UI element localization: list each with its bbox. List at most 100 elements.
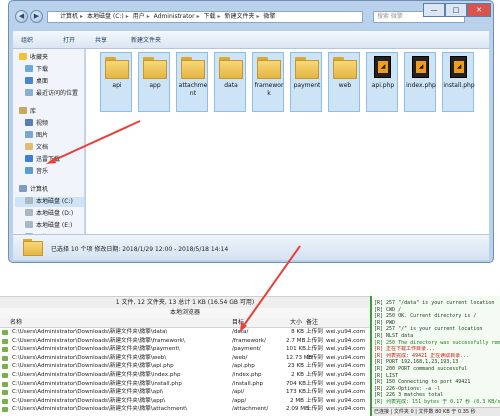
breadcrumb-item[interactable]: 微擎	[263, 13, 275, 20]
file-name: web	[338, 82, 352, 89]
organize-button[interactable]: 组织	[21, 35, 33, 44]
maximize-button[interactable]: □	[445, 3, 467, 17]
sidebar-item-label: 图片	[36, 132, 49, 139]
desktop-icon	[25, 77, 33, 84]
sidebar-item[interactable]: 音乐	[25, 167, 48, 177]
queue-header: 名称 目标 大小 备注	[0, 318, 370, 328]
file-name: app	[149, 82, 161, 89]
recent-places-icon	[25, 89, 33, 96]
transfer-status-icon	[2, 338, 8, 344]
video-library-icon	[25, 119, 33, 126]
folder-icon	[257, 57, 281, 79]
explorer-titlebar: ◀ ▶ 计算机 ▸ 本地磁盘 (C:) ▸ 用户 ▸ Administrator ▸ 下…	[13, 3, 491, 29]
folder-item[interactable]: app	[138, 52, 170, 112]
address-bar[interactable]: 计算机 ▸ 本地磁盘 (C:) ▸ 用户 ▸ Administrator ▸ 下载 ▸ 新…	[47, 11, 363, 23]
breadcrumb-item[interactable]: 计算机	[60, 13, 78, 20]
folder-icon	[143, 57, 167, 79]
breadcrumb-item[interactable]: 用户	[133, 13, 145, 20]
folder-item[interactable]: web	[328, 52, 360, 112]
open-button[interactable]: 打开	[63, 35, 75, 44]
column-name[interactable]: 名称	[10, 318, 22, 328]
transfer-status-icon	[2, 355, 8, 361]
sidebar-item-label: 视频	[36, 120, 49, 127]
php-file-item[interactable]: ◢ index.php	[404, 52, 436, 112]
file-name: data	[224, 82, 238, 89]
explorer-toolbar: 组织 打开 共享 新建文件夹	[13, 31, 489, 49]
column-size[interactable]: 大小	[290, 318, 302, 328]
local-browser-label: 本地浏览器	[0, 308, 370, 318]
table-row[interactable]: C:\Users\Administrator\Downloads\新建文件夹\微…	[0, 405, 370, 414]
folder-thumbnail-icon	[23, 239, 43, 256]
folder-item[interactable]: data	[214, 52, 246, 112]
file-name: api.php	[371, 82, 395, 89]
breadcrumb-item[interactable]: 下载	[204, 13, 216, 20]
pictures-library-icon	[25, 131, 33, 138]
file-list: api app attachment data framework payment web ◢…	[86, 49, 489, 234]
navigation-pane: 收藏夹下载桌面最近访问的位置库视频图片文档迅雷下载音乐计算机本地磁盘 (C:) 本…	[13, 49, 85, 234]
sidebar-item[interactable]: 迅雷下载	[25, 155, 60, 165]
php-file-item[interactable]: ◢ api.php	[366, 52, 398, 112]
folder-icon	[219, 57, 243, 79]
documents-library-icon	[25, 143, 33, 150]
close-button[interactable]: ✕	[467, 3, 491, 17]
sidebar-item[interactable]: 下载	[25, 65, 48, 75]
folder-item[interactable]: api	[100, 52, 132, 112]
sidebar-item[interactable]: 本地磁盘 (C:)	[15, 197, 84, 207]
drive-d-icon	[25, 209, 33, 216]
breadcrumb-item[interactable]: 新建文件夹	[224, 13, 254, 20]
sidebar-item[interactable]: 计算机	[19, 185, 48, 195]
local-summary: 1 文件, 12 文件夹, 13 总计 1 KB (16.54 GB 可用)	[115, 299, 255, 306]
sidebar-item-label: 本地磁盘 (E:)	[36, 222, 73, 229]
sidebar-item[interactable]: 桌面	[25, 77, 48, 87]
sidebar-item[interactable]: 本地磁盘 (E:)	[25, 221, 72, 231]
transfer-queue: C:\Users\Administrator\Downloads\新建文件夹\微…	[0, 328, 370, 416]
file-name: api	[112, 82, 122, 89]
selection-details: 已选择 10 个项 修改日期: 2018/1/29 12:00 - 2018/5…	[51, 246, 229, 253]
column-status[interactable]: 备注	[306, 318, 318, 328]
file-name: install.php	[443, 82, 475, 89]
minimize-button[interactable]: —	[423, 3, 445, 17]
folder-icon	[181, 57, 205, 79]
details-pane: 已选择 10 个项 修改日期: 2018/1/29 12:00 - 2018/5…	[13, 234, 489, 260]
back-icon[interactable]: ◀	[15, 10, 28, 23]
sidebar-item[interactable]: 文档	[25, 143, 48, 153]
breadcrumb-item[interactable]: Administrator	[154, 13, 195, 20]
column-target[interactable]: 目标	[232, 318, 244, 328]
forward-icon[interactable]: ▶	[30, 10, 43, 23]
folder-icon	[105, 57, 129, 79]
sidebar-item[interactable]: 视频	[25, 119, 48, 129]
share-button[interactable]: 共享	[95, 35, 107, 44]
folder-item[interactable]: framework	[252, 52, 284, 112]
transfer-status-icon	[2, 381, 8, 387]
folder-icon	[295, 57, 319, 79]
sidebar-item[interactable]: 图片	[25, 131, 48, 141]
transfer-status-icon	[2, 398, 8, 404]
folder-item[interactable]: attachment	[176, 52, 208, 112]
transfer-status-icon	[2, 407, 8, 413]
folder-item[interactable]: payment	[290, 52, 322, 112]
download-folder-icon	[25, 65, 33, 72]
sidebar-item-label: 迅雷下载	[36, 156, 61, 163]
music-library-icon	[25, 167, 33, 174]
new-folder-button[interactable]: 新建文件夹	[131, 35, 161, 44]
library-icon	[19, 107, 27, 114]
thunder-download-icon	[25, 155, 33, 162]
php-file-item[interactable]: ◢ install.php	[442, 52, 475, 112]
sidebar-item-label: 本地磁盘 (D:)	[36, 210, 74, 217]
sidebar-item[interactable]: 收藏夹	[19, 53, 48, 63]
sidebar-item[interactable]: 库	[19, 107, 36, 117]
sidebar-item[interactable]: 本地磁盘 (D:)	[25, 209, 73, 219]
php-file-icon: ◢	[412, 56, 429, 78]
sidebar-item-label: 最近访问的位置	[36, 90, 79, 97]
row-source-path: C:\Users\Administrator\Downloads\新建文件夹\微…	[12, 406, 188, 413]
explorer-window: ◀ ▶ 计算机 ▸ 本地磁盘 (C:) ▸ 用户 ▸ Administrator ▸ 下…	[8, 0, 494, 263]
log-status-bar: 已连接 | 文件夹 0 | 文件数 80 KB 于 0.35 秒	[372, 407, 500, 416]
file-name: index.php	[406, 82, 436, 89]
sidebar-item-label: 音乐	[36, 168, 49, 175]
file-name: framework	[254, 82, 284, 97]
transfer-status-icon	[2, 347, 8, 353]
breadcrumb-item[interactable]: 本地磁盘 (C:)	[87, 13, 124, 20]
row-host: wei.yu94.com	[326, 406, 366, 413]
sidebar-item[interactable]: 最近访问的位置	[25, 89, 78, 99]
sidebar-item-label: 文档	[36, 144, 49, 151]
